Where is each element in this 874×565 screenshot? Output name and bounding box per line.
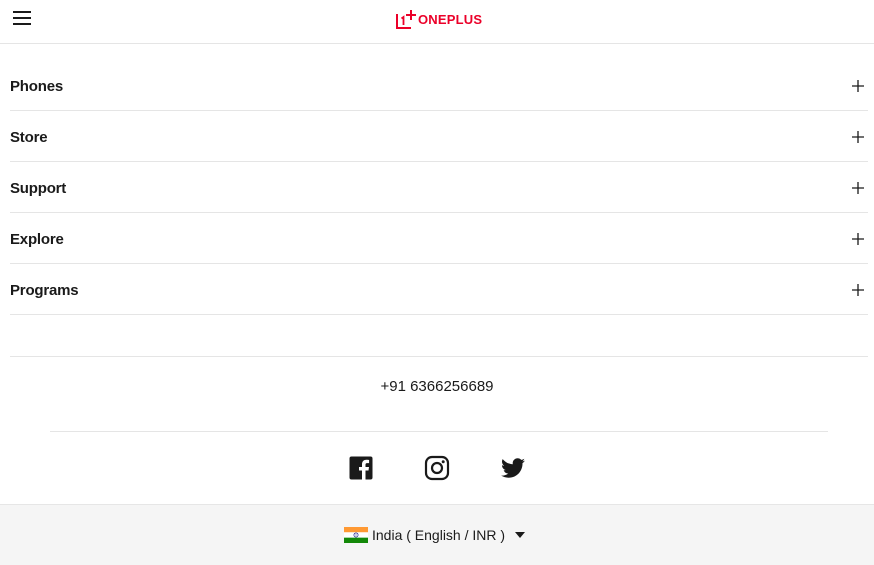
nav-item-label: Support [10,180,67,197]
india-flag-icon [344,527,368,543]
hamburger-menu-icon[interactable] [12,9,34,27]
instagram-icon[interactable] [424,455,450,481]
nav-item-label: Phones [10,78,63,95]
nav-item-support[interactable]: Support [10,162,868,213]
caret-down-icon [515,532,526,538]
divider [10,356,868,357]
nav-item-label: Store [10,129,48,146]
logo-text: ONEPLUS [418,11,483,27]
site-header: ONEPLUS [0,0,874,44]
nav-item-label: Programs [10,282,79,299]
region-selector[interactable]: India ( English / INR ) [344,527,526,543]
nav-item-store[interactable]: Store [10,111,868,162]
plus-icon [852,131,864,143]
plus-icon [852,284,864,296]
plus-icon [852,182,864,194]
twitter-icon[interactable] [500,455,526,481]
region-footer: India ( English / INR ) [0,504,874,565]
nav-item-explore[interactable]: Explore [10,213,868,264]
region-label: India ( English / INR ) [372,527,506,543]
nav-item-phones[interactable]: Phones [10,60,868,111]
nav-item-label: Explore [10,231,64,248]
divider [50,431,828,432]
plus-icon [852,233,864,245]
facebook-icon[interactable] [348,455,374,481]
oneplus-logo[interactable]: ONEPLUS [395,8,482,30]
nav-item-programs[interactable]: Programs [10,264,868,315]
oneplus-logo-mark-icon [396,10,416,29]
plus-icon [852,80,864,92]
footer-nav-accordion: Phones Store Support Explore Programs [10,60,868,315]
contact-phone-link[interactable]: +91 6366256689 [0,378,874,395]
